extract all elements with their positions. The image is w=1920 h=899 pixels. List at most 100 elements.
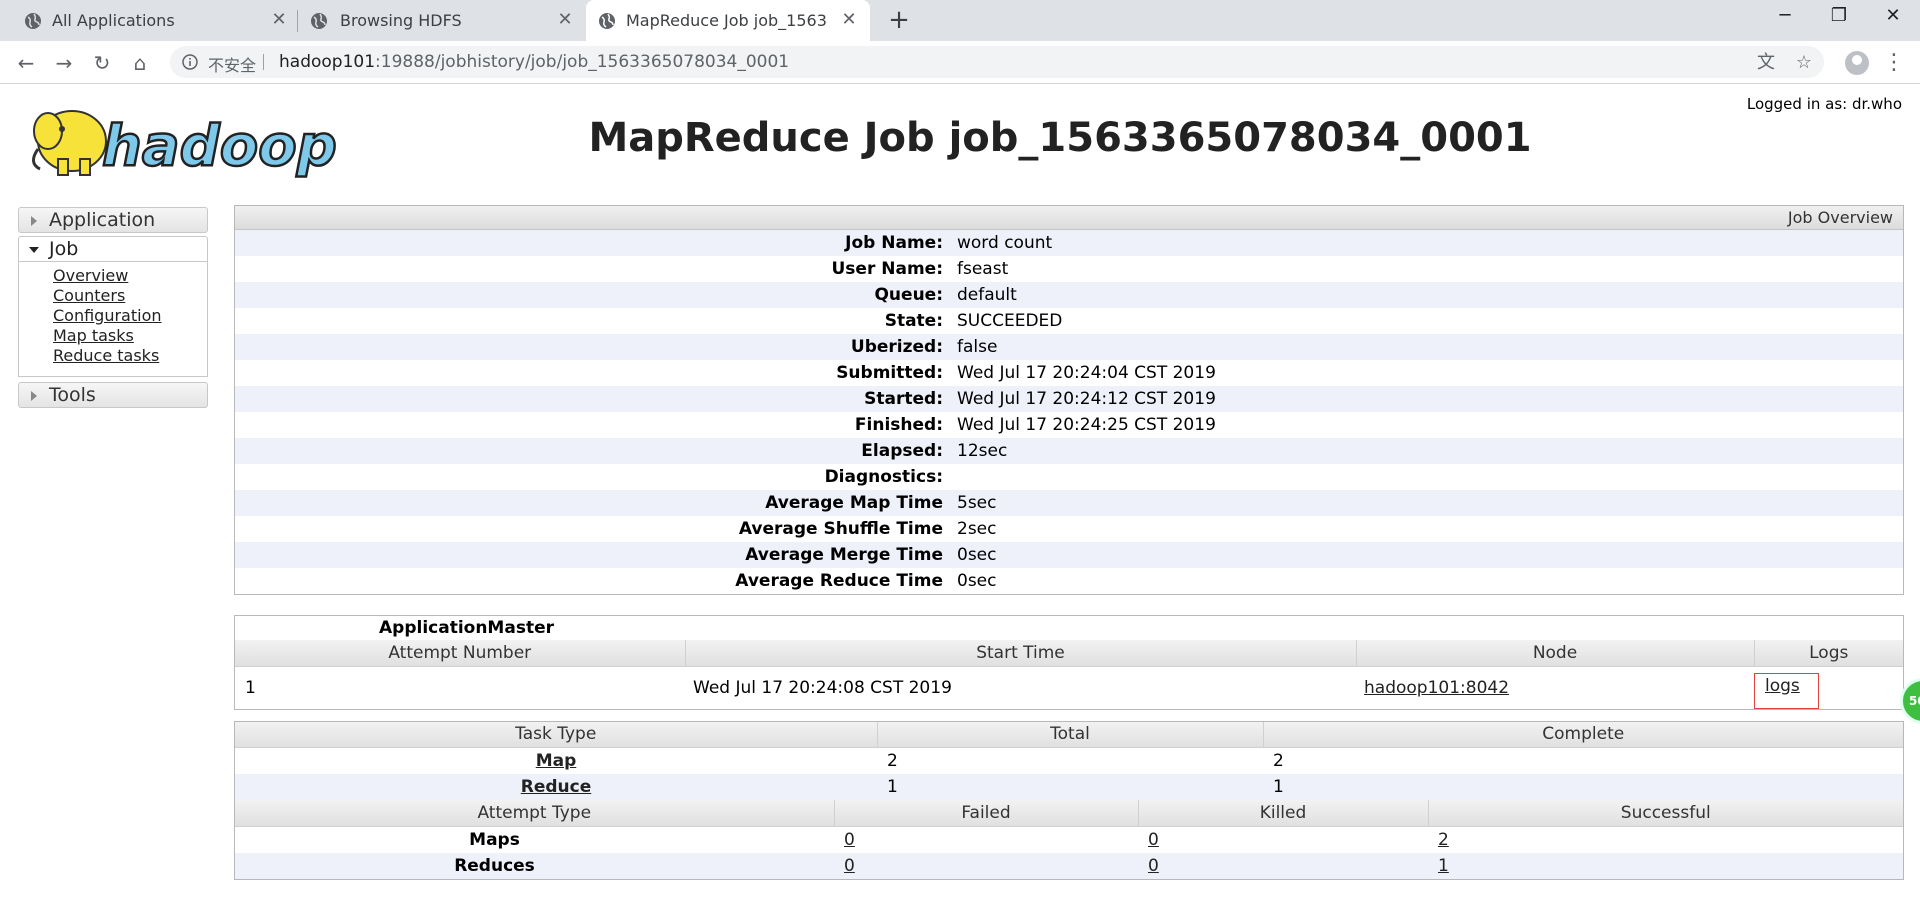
killed-maps-link[interactable]: 0 bbox=[1148, 830, 1159, 850]
page: hadoop MapReduce Job job_1563365078034_0… bbox=[0, 85, 1920, 899]
field-label: Average Map Time bbox=[765, 493, 943, 513]
overview-row: Average Reduce Time 0sec bbox=[235, 568, 1903, 594]
successful-maps-link[interactable]: 2 bbox=[1438, 830, 1449, 850]
overview-row: State: SUCCEEDED bbox=[235, 308, 1903, 334]
field-label: User Name: bbox=[831, 259, 944, 279]
sidebar-job-links: Overview Counters Configuration Map task… bbox=[18, 262, 208, 377]
overview-rows: Job Name: word count User Name: fseast Que… bbox=[235, 230, 1903, 594]
logs-link[interactable]: logs bbox=[1765, 676, 1800, 696]
sidebar-link-reduce-tasks[interactable]: Reduce tasks bbox=[53, 346, 207, 366]
overview-row: Average Shuffle Time 2sec bbox=[235, 516, 1903, 542]
home-icon[interactable]: ⌂ bbox=[126, 49, 154, 77]
overview-row: Elapsed: 12sec bbox=[235, 438, 1903, 464]
field-value: 0sec bbox=[957, 545, 997, 565]
minimize-icon[interactable]: ─ bbox=[1760, 0, 1810, 32]
close-icon[interactable]: ✕ bbox=[554, 9, 576, 31]
menu-icon[interactable]: ⋮ bbox=[1882, 49, 1906, 77]
close-icon[interactable]: ✕ bbox=[838, 9, 860, 31]
attempt-summary-table: Attempt Type Failed Killed Successful Ma… bbox=[235, 800, 1903, 879]
caret-down-icon bbox=[29, 247, 39, 253]
address-bar[interactable]: 不安全 hadoop101:19888/jobhistory/job/job_1… bbox=[170, 46, 1824, 78]
task-total: 2 bbox=[887, 751, 898, 771]
table-caption: ApplicationMaster bbox=[379, 618, 554, 638]
tab-browsing-hdfs[interactable]: Browsing HDFS ✕ bbox=[298, 0, 584, 41]
url-text[interactable]: hadoop101:19888/jobhistory/job/job_15633… bbox=[279, 52, 789, 72]
successful-reduces-link[interactable]: 1 bbox=[1438, 856, 1449, 876]
logged-in-label: Logged in as: dr.who bbox=[1746, 95, 1902, 113]
tab-title: MapReduce Job job_1563365078034_0001 bbox=[626, 11, 826, 30]
sidebar-link-map-tasks[interactable]: Map tasks bbox=[53, 326, 207, 346]
sidebar-link-configuration[interactable]: Configuration bbox=[53, 306, 207, 326]
column-header: Start Time bbox=[685, 640, 1357, 667]
application-master-table: Attempt Number Start Time Node Logs 1 We… bbox=[235, 640, 1903, 709]
column-header: Node bbox=[1356, 640, 1755, 667]
overview-row: Diagnostics: bbox=[235, 464, 1903, 490]
sidebar-item-label: Application bbox=[49, 209, 156, 231]
tab-all-applications[interactable]: All Applications ✕ bbox=[0, 0, 296, 41]
sidebar-item-application[interactable]: Application bbox=[18, 207, 208, 233]
divider bbox=[263, 54, 264, 70]
overview-row: Average Map Time 5sec bbox=[235, 490, 1903, 516]
field-value: false bbox=[957, 337, 998, 357]
field-value: 0sec bbox=[957, 571, 997, 591]
tab-title: Browsing HDFS bbox=[340, 11, 462, 30]
sidebar-item-job[interactable]: Job bbox=[18, 236, 208, 262]
field-value: 5sec bbox=[957, 493, 997, 513]
column-header: Successful bbox=[1428, 800, 1903, 827]
restore-icon[interactable]: ❐ bbox=[1814, 0, 1864, 32]
tab-mapreduce-job[interactable]: MapReduce Job job_1563365078034_0001 ✕ bbox=[586, 0, 870, 41]
hadoop-logo[interactable]: hadoop bbox=[18, 93, 378, 185]
new-tab-button[interactable]: + bbox=[884, 6, 914, 36]
field-label: State: bbox=[884, 311, 943, 331]
avatar[interactable] bbox=[1845, 51, 1869, 75]
field-value: Wed Jul 17 20:24:04 CST 2019 bbox=[957, 363, 1216, 383]
sidebar-item-tools[interactable]: Tools bbox=[18, 382, 208, 408]
start-time: Wed Jul 17 20:24:08 CST 2019 bbox=[693, 677, 952, 698]
sidebar-link-overview[interactable]: Overview bbox=[53, 266, 207, 286]
globe-icon bbox=[25, 13, 41, 29]
table-row: 1 Wed Jul 17 20:24:08 CST 2019 hadoop101… bbox=[235, 666, 1903, 709]
failed-reduces-link[interactable]: 0 bbox=[844, 856, 855, 876]
field-value: 12sec bbox=[957, 441, 1008, 461]
table-header-row: Attempt Number Start Time Node Logs bbox=[235, 640, 1903, 667]
field-label: Average Shuffle Time bbox=[738, 519, 943, 539]
field-value: Wed Jul 17 20:24:25 CST 2019 bbox=[957, 415, 1216, 435]
star-icon[interactable]: ☆ bbox=[1793, 52, 1815, 74]
forward-icon[interactable]: → bbox=[50, 49, 78, 77]
column-header: Task Type bbox=[235, 721, 878, 748]
table-row: Map 2 2 bbox=[235, 748, 1903, 775]
overview-row: Queue: default bbox=[235, 282, 1903, 308]
panel-header: Job Overview bbox=[235, 206, 1903, 230]
translate-icon[interactable]: 文 bbox=[1755, 52, 1777, 74]
column-header: Complete bbox=[1263, 721, 1903, 748]
failed-maps-link[interactable]: 0 bbox=[844, 830, 855, 850]
overview-row: Job Name: word count bbox=[235, 230, 1903, 256]
column-header: Logs bbox=[1754, 640, 1903, 667]
job-overview-panel: Job Overview Job Name: word count User Na… bbox=[234, 205, 1904, 595]
sidebar-link-counters[interactable]: Counters bbox=[53, 286, 207, 306]
overview-row: Started: Wed Jul 17 20:24:12 CST 2019 bbox=[235, 386, 1903, 412]
highlight-box: logs bbox=[1754, 672, 1819, 709]
column-header: Attempt Number bbox=[235, 640, 686, 667]
sidebar: Application Job Overview Counters Config… bbox=[18, 207, 208, 408]
table-header-row: Task Type Total Complete bbox=[235, 721, 1903, 748]
overview-row: Uberized: false bbox=[235, 334, 1903, 360]
reload-icon[interactable]: ↻ bbox=[88, 49, 116, 77]
task-complete: 2 bbox=[1273, 751, 1284, 771]
close-icon[interactable]: ✕ bbox=[268, 9, 290, 31]
info-icon[interactable] bbox=[182, 54, 198, 70]
task-type-link-reduce[interactable]: Reduce bbox=[521, 777, 592, 797]
tasks-panel: Task Type Total Complete Map 2 2 Reduce … bbox=[234, 720, 1904, 880]
field-label: Uberized: bbox=[850, 337, 943, 357]
field-label: Job Name: bbox=[845, 233, 943, 253]
field-label: Finished: bbox=[854, 415, 943, 435]
node-link[interactable]: hadoop101:8042 bbox=[1364, 678, 1509, 698]
task-type-link-map[interactable]: Map bbox=[536, 751, 577, 771]
field-label: Average Merge Time bbox=[745, 545, 943, 565]
close-window-icon[interactable]: ✕ bbox=[1868, 0, 1918, 32]
table-row: Reduces 0 0 1 bbox=[235, 852, 1903, 879]
field-value: default bbox=[957, 285, 1017, 305]
security-label: 不安全 bbox=[208, 56, 257, 75]
back-icon[interactable]: ← bbox=[12, 49, 40, 77]
killed-reduces-link[interactable]: 0 bbox=[1148, 856, 1159, 876]
